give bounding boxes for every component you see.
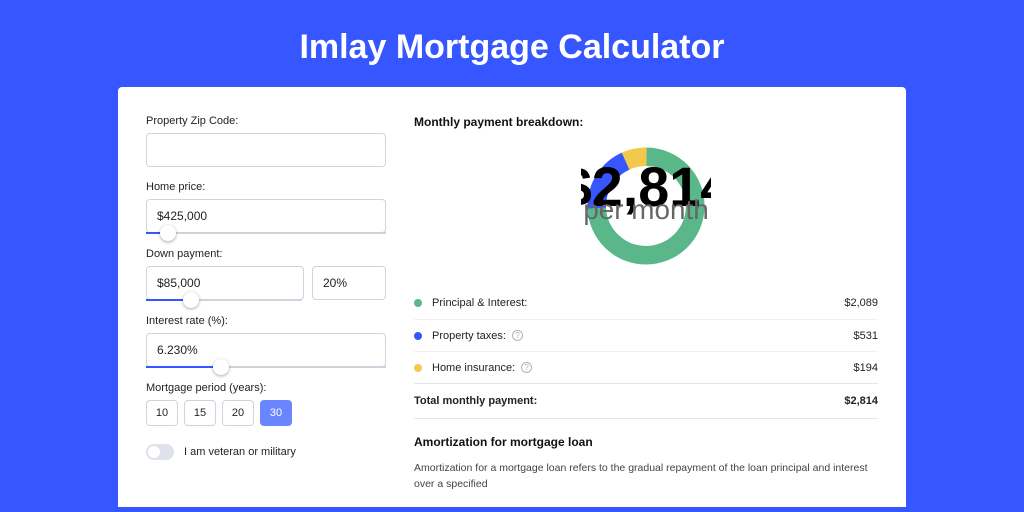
period-label: Mortgage period (years): [146,382,386,394]
down-payment-input[interactable] [146,266,304,300]
legend-dot [414,332,422,340]
legend-row: Principal & Interest: $2,089 [414,287,878,319]
breakdown-title: Monthly payment breakdown: [414,115,878,129]
total-value: $2,814 [844,395,878,407]
donut-center-sub: per month [583,194,708,225]
veteran-toggle[interactable] [146,444,174,460]
legend-dot [414,364,422,372]
info-icon[interactable]: ? [512,330,523,341]
interest-slider[interactable] [146,366,386,368]
page-title: Imlay Mortgage Calculator [0,0,1024,87]
legend-label: Principal & Interest: [432,297,527,309]
interest-field: Interest rate (%): [146,315,386,368]
home-price-input[interactable] [146,199,386,233]
amortization-text: Amortization for a mortgage loan refers … [414,461,878,493]
down-payment-label: Down payment: [146,248,386,260]
zip-input[interactable] [146,133,386,167]
legend-value: $194 [854,362,878,374]
legend-row: Property taxes:? $531 [414,319,878,351]
slider-thumb[interactable] [183,292,199,308]
amortization-title: Amortization for mortgage loan [414,435,878,449]
down-payment-slider[interactable] [146,299,302,301]
down-payment-field: Down payment: [146,248,386,301]
home-price-slider[interactable] [146,232,386,234]
total-label: Total monthly payment: [414,395,537,407]
zip-field: Property Zip Code: [146,115,386,167]
zip-label: Property Zip Code: [146,115,386,127]
info-icon[interactable]: ? [521,362,532,373]
legend-label: Home insurance: [432,362,515,374]
donut-chart: $2,814 per month [414,141,878,271]
legend-row: Home insurance:? $194 [414,351,878,383]
period-option-20[interactable]: 20 [222,400,254,426]
legend-label: Property taxes: [432,330,506,342]
total-row: Total monthly payment: $2,814 [414,383,878,419]
down-payment-pct-input[interactable] [312,266,386,300]
form-panel: Property Zip Code: Home price: Down paym… [146,115,386,507]
legend-value: $2,089 [844,297,878,309]
veteran-row: I am veteran or military [146,444,386,460]
home-price-label: Home price: [146,181,386,193]
mortgage-period-field: Mortgage period (years): 10152030 [146,382,386,426]
interest-label: Interest rate (%): [146,315,386,327]
interest-input[interactable] [146,333,386,367]
period-option-15[interactable]: 15 [184,400,216,426]
slider-thumb[interactable] [160,225,176,241]
veteran-label: I am veteran or military [184,446,296,458]
slider-thumb[interactable] [213,359,229,375]
amortization-section: Amortization for mortgage loan Amortizat… [414,435,878,493]
breakdown-panel: Monthly payment breakdown: $2,814 per mo… [414,115,878,507]
period-option-10[interactable]: 10 [146,400,178,426]
calculator-card: Property Zip Code: Home price: Down paym… [118,87,906,507]
legend-value: $531 [854,330,878,342]
home-price-field: Home price: [146,181,386,234]
legend-dot [414,299,422,307]
period-option-30[interactable]: 30 [260,400,292,426]
